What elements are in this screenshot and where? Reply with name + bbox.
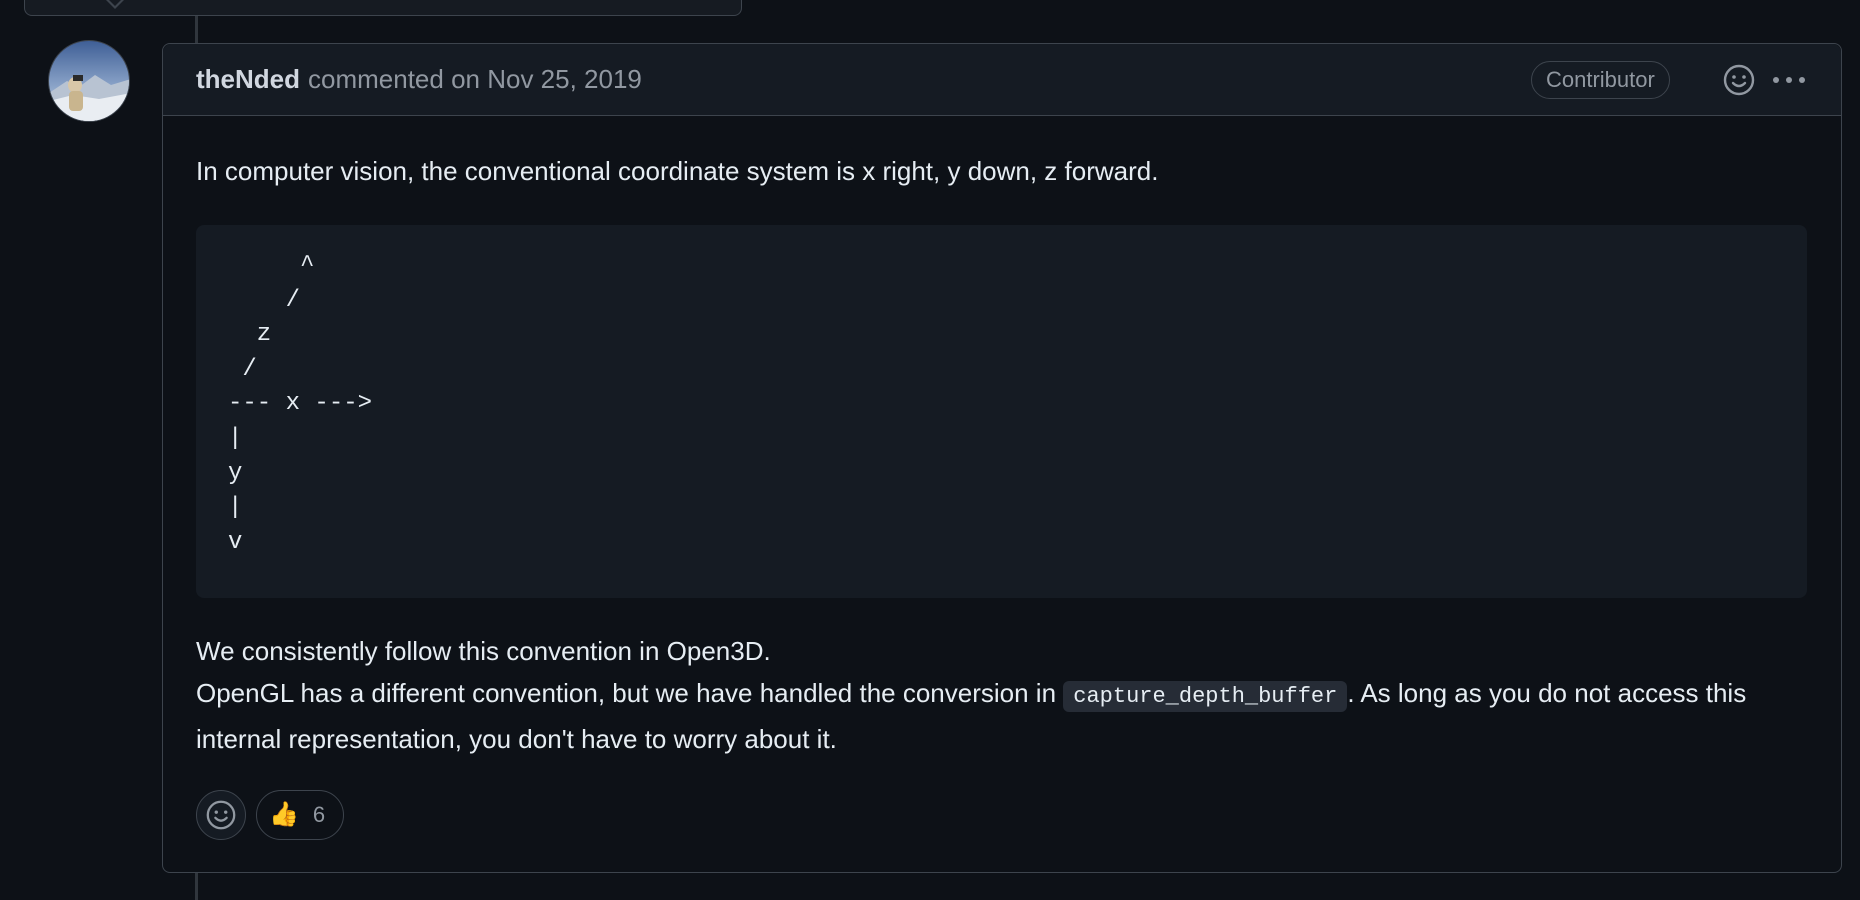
page: theNded commented on Nov 25, 2019 Contri… [0,0,1860,900]
tooltip-arrow [101,0,129,9]
paragraph-text-before-code: OpenGL has a different convention, but w… [196,678,1064,708]
thumbs-up-reaction-button[interactable]: 👍 6 [256,790,345,840]
comment-timestamp[interactable]: commented on Nov 25, 2019 [308,64,642,95]
thumbs-up-icon: 👍 [269,801,299,828]
add-reaction-button[interactable] [196,790,246,840]
comment-paragraph: In computer vision, the conventional coo… [196,156,1159,186]
author-link[interactable]: theNded [196,64,300,95]
code-content: ^ / z / --- x ---> | y | v [228,252,373,556]
comment-header: theNded commented on Nov 25, 2019 Contri… [163,44,1841,116]
inline-code: capture_depth_buffer [1063,681,1348,712]
comment-card: theNded commented on Nov 25, 2019 Contri… [162,43,1842,873]
tooltip-popover [24,0,742,16]
reaction-count: 6 [312,802,326,827]
avatar-image [49,41,129,121]
reactions-bar: 👍 6 [196,790,345,840]
comment-paragraph-2: We consistently follow this convention i… [196,630,1811,760]
contributor-badge: Contributor [1531,61,1670,99]
avatar[interactable] [48,40,130,122]
kebab-horizontal-icon[interactable] [1767,62,1811,98]
paragraph-line-1: We consistently follow this convention i… [196,636,771,666]
smiley-icon [206,800,236,830]
smiley-icon[interactable] [1721,62,1757,98]
code-block: ^ / z / --- x ---> | y | v [196,225,1807,598]
